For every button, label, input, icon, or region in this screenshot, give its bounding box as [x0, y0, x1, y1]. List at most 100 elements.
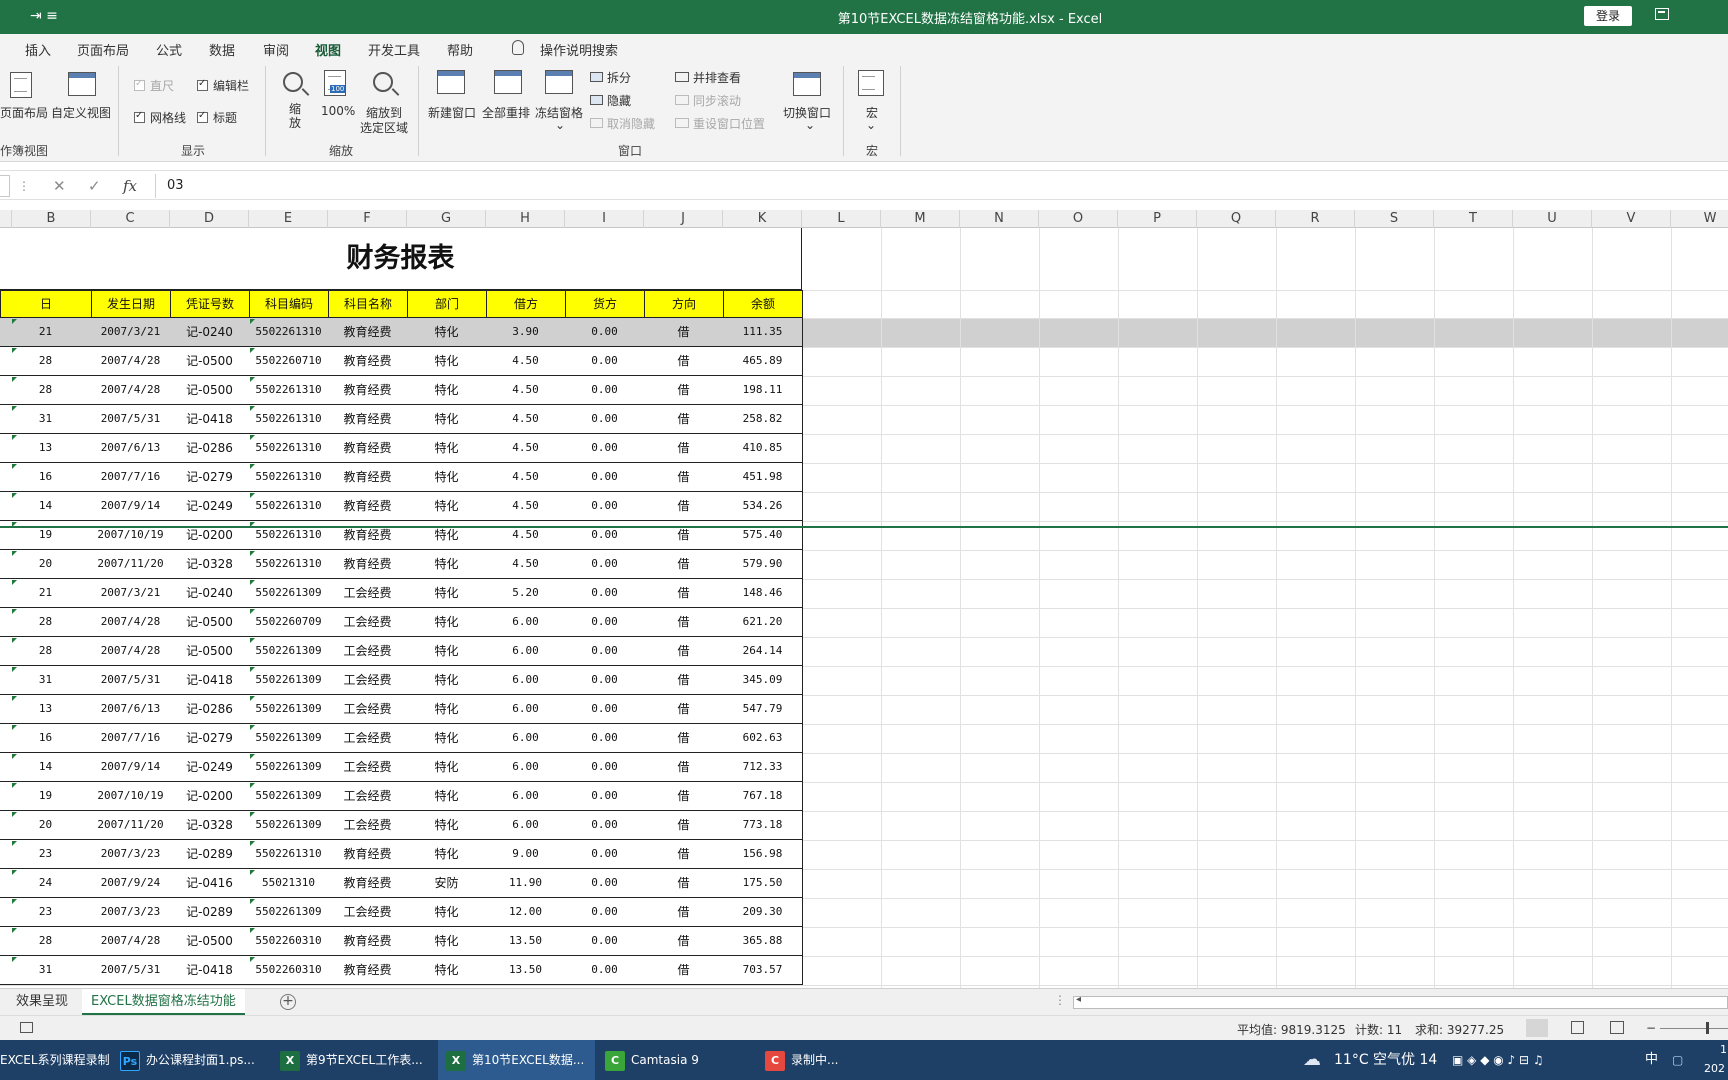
zoom-magnifier-icon[interactable] [283, 72, 303, 92]
custom-view-button[interactable]: 自定义视图 [51, 104, 111, 121]
table-cell[interactable]: 0.00 [565, 376, 645, 405]
table-cell[interactable]: 借 [644, 608, 724, 637]
scroll-left-icon[interactable]: ◂ [1076, 994, 1081, 1005]
column-header-c[interactable]: C [91, 210, 170, 228]
table-cell[interactable]: 特化 [407, 782, 487, 811]
table-cell[interactable]: 0.00 [565, 811, 645, 840]
table-cell[interactable]: 2007/3/21 [91, 579, 171, 608]
insert-function-icon[interactable]: fx [123, 177, 137, 195]
table-cell[interactable]: 工会经费 [328, 637, 408, 666]
table-cell[interactable]: 特化 [407, 956, 487, 985]
table-cell[interactable]: 借 [644, 666, 724, 695]
table-cell[interactable]: 345.09 [723, 666, 803, 695]
table-header-cell[interactable]: 部门 [407, 290, 487, 318]
table-header-cell[interactable]: 余额 [723, 290, 803, 318]
table-cell[interactable]: 4.50 [486, 347, 566, 376]
split-button[interactable]: 拆分 [607, 69, 631, 86]
sync-scroll-button[interactable]: 同步滚动 [693, 92, 741, 109]
table-cell[interactable]: 借 [644, 318, 724, 347]
column-header-u[interactable]: U [1513, 210, 1592, 228]
column-header-d[interactable]: D [170, 210, 249, 228]
table-cell[interactable]: 特化 [407, 840, 487, 869]
table-cell[interactable]: 教育经费 [328, 434, 408, 463]
table-cell[interactable]: 记-0286 [170, 434, 250, 463]
table-cell[interactable]: 5502261309 [249, 637, 329, 666]
page-layout-view-icon[interactable] [1571, 1021, 1584, 1034]
table-cell[interactable]: 2007/4/28 [91, 637, 171, 666]
table-cell[interactable]: 0.00 [565, 347, 645, 376]
table-cell[interactable]: 209.30 [723, 898, 803, 927]
column-header-o[interactable]: O [1039, 210, 1118, 228]
table-cell[interactable]: 11.90 [486, 869, 566, 898]
table-cell[interactable]: 2007/5/31 [91, 666, 171, 695]
table-header-cell[interactable]: 货方 [565, 290, 645, 318]
tab-help[interactable]: 帮助 [447, 40, 473, 59]
table-cell[interactable]: 记-0328 [170, 811, 250, 840]
table-cell[interactable]: 365.88 [723, 927, 803, 956]
page-layout-icon[interactable] [10, 72, 32, 98]
table-cell[interactable]: 5502261310 [249, 550, 329, 579]
table-cell[interactable]: 记-0249 [170, 492, 250, 521]
table-cell[interactable]: 教育经费 [328, 463, 408, 492]
table-cell[interactable]: 148.46 [723, 579, 803, 608]
column-header-l[interactable]: L [802, 210, 881, 228]
table-cell[interactable]: 记-0240 [170, 318, 250, 347]
macros-dropdown-icon[interactable]: ⌄ [866, 118, 876, 132]
table-cell[interactable]: 4.50 [486, 463, 566, 492]
taskbar-item-camtasia[interactable]: C Camtasia 9 [605, 1040, 755, 1080]
sheet-tab-freeze[interactable]: EXCEL数据窗格冻结功能 [82, 989, 245, 1015]
table-cell[interactable]: 410.85 [723, 434, 803, 463]
table-cell[interactable]: 2007/7/16 [91, 724, 171, 753]
table-cell[interactable]: 教育经费 [328, 347, 408, 376]
table-cell[interactable]: 工会经费 [328, 579, 408, 608]
table-cell[interactable]: 2007/4/28 [91, 376, 171, 405]
table-cell[interactable]: 特化 [407, 405, 487, 434]
table-cell[interactable]: 773.18 [723, 811, 803, 840]
table-cell[interactable]: 借 [644, 347, 724, 376]
tab-insert[interactable]: 插入 [25, 40, 51, 59]
table-cell[interactable]: 4.50 [486, 550, 566, 579]
zoom-100-button[interactable]: 100% [321, 104, 355, 118]
table-cell[interactable]: 0.00 [565, 550, 645, 579]
table-cell[interactable]: 156.98 [723, 840, 803, 869]
page-break-view-icon[interactable] [1610, 1021, 1624, 1034]
table-cell[interactable]: 工会经费 [328, 608, 408, 637]
table-cell[interactable]: 451.98 [723, 463, 803, 492]
table-cell[interactable]: 0.00 [565, 956, 645, 985]
zoom-to-selection-icon[interactable] [373, 72, 393, 92]
sheet-tab-effect[interactable]: 效果呈现 [7, 989, 77, 1015]
table-cell[interactable]: 工会经费 [328, 724, 408, 753]
table-cell[interactable]: 记-0279 [170, 724, 250, 753]
table-cell[interactable]: 264.14 [723, 637, 803, 666]
table-cell[interactable]: 借 [644, 550, 724, 579]
table-cell[interactable]: 6.00 [486, 666, 566, 695]
cancel-icon[interactable]: ✕ [53, 177, 66, 195]
table-cell[interactable]: 特化 [407, 318, 487, 347]
table-cell[interactable]: 0.00 [565, 463, 645, 492]
macros-icon[interactable] [858, 70, 884, 96]
zoom-slider-thumb[interactable] [1706, 1022, 1709, 1034]
table-cell[interactable]: 4.50 [486, 376, 566, 405]
column-header-p[interactable]: P [1118, 210, 1197, 228]
table-cell[interactable]: 教育经费 [328, 927, 408, 956]
table-cell[interactable]: 703.57 [723, 956, 803, 985]
table-cell[interactable]: 602.63 [723, 724, 803, 753]
tray-icons[interactable]: ▣ ◈ ◆ ◉ ♪ ⊟ ♫ [1452, 1040, 1544, 1080]
table-cell[interactable]: 13.50 [486, 927, 566, 956]
table-cell[interactable]: 借 [644, 782, 724, 811]
report-title[interactable]: 财务报表 [0, 228, 802, 290]
taskbar-item-excel-10[interactable]: X 第10节EXCEL数据... [438, 1040, 595, 1080]
table-cell[interactable]: 5502261310 [249, 492, 329, 521]
table-cell[interactable]: 工会经费 [328, 666, 408, 695]
table-cell[interactable]: 9.00 [486, 840, 566, 869]
column-header-g[interactable]: G [407, 210, 486, 228]
formula-bar-checkbox[interactable] [197, 78, 208, 91]
column-header-w[interactable]: W [1671, 210, 1728, 228]
tab-review[interactable]: 审阅 [263, 40, 289, 59]
name-box[interactable] [0, 175, 10, 197]
worksheet-grid[interactable]: BCDEFGHIJKLMNOPQRSTUVW 财务报表 日发生日期 凭证号数 科目编… [0, 210, 1728, 988]
column-header-h[interactable]: H [486, 210, 565, 228]
table-cell[interactable]: 5502261309 [249, 579, 329, 608]
table-cell[interactable]: 2007/10/19 [91, 782, 171, 811]
column-header-b[interactable]: B [12, 210, 91, 228]
